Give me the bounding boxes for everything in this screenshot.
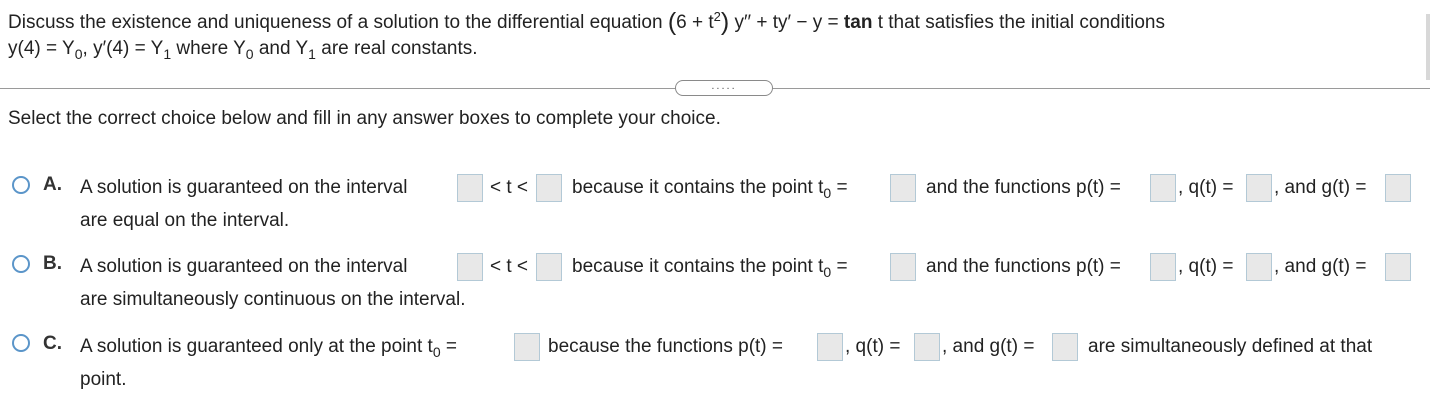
choice-b-p-box[interactable]: [1150, 253, 1176, 281]
instruction: Select the correct choice below and fill…: [8, 108, 721, 129]
choice-c-t0-box[interactable]: [514, 333, 540, 361]
subscript: 0: [823, 185, 832, 201]
choice-b-because: because it contains the point t0 =: [572, 256, 848, 280]
choice-b-radio[interactable]: [12, 255, 30, 273]
choice-c-letter: C.: [43, 333, 62, 354]
choice-c-p-box[interactable]: [817, 333, 843, 361]
choice-b-interval-start-box[interactable]: [457, 253, 483, 281]
subscript: 0: [74, 46, 83, 62]
problem-line-2: y(4) = Y0, y′(4) = Y1 where Y0 and Y1 ar…: [8, 38, 478, 62]
equals: =: [836, 177, 848, 198]
paren-open: (: [667, 8, 677, 36]
choice-b-t0-box[interactable]: [890, 253, 916, 281]
subscript: 1: [308, 46, 316, 62]
guaranteed-text: A solution is guaranteed only at the poi…: [80, 336, 433, 357]
choice-a-line2: are equal on the interval.: [80, 210, 290, 231]
eq-rest: y′′ + ty′ − y =: [734, 12, 839, 33]
choice-a-because: because it contains the point t0 =: [572, 177, 848, 201]
choice-c-q-box[interactable]: [914, 333, 940, 361]
because-text: because it contains the point t: [572, 256, 824, 277]
choice-a-radio[interactable]: [12, 176, 30, 194]
choice-a-text: A solution is guaranteed on the interval: [80, 177, 408, 198]
subscript: 1: [163, 46, 172, 62]
problem-text: Discuss the existence and uniqueness of …: [8, 12, 663, 33]
expand-dots: .....: [711, 80, 737, 92]
expand-button[interactable]: .....: [675, 80, 773, 96]
eq-superscript: 2: [713, 9, 721, 24]
choice-c-rest: are simultaneously defined at that: [1088, 336, 1373, 357]
choice-b-functions: and the functions p(t) =: [926, 256, 1121, 277]
choice-a-t0-box[interactable]: [890, 174, 916, 202]
eq-tail: t that satisfies the initial conditions: [877, 12, 1165, 33]
choice-b-lt: < t <: [490, 256, 529, 277]
choice-b-g: , and g(t) =: [1274, 256, 1367, 277]
subscript: 0: [823, 264, 832, 280]
choice-a-functions: and the functions p(t) =: [926, 177, 1121, 198]
choice-b-g-box[interactable]: [1385, 253, 1411, 281]
choice-a-q: , q(t) =: [1178, 177, 1234, 198]
subscript: 0: [432, 344, 441, 360]
choice-a-lt: < t <: [490, 177, 529, 198]
ic-2: , y′(4) = Y: [82, 38, 164, 59]
subscript: 0: [245, 46, 254, 62]
choice-a-letter: A.: [43, 174, 62, 195]
equals: =: [836, 256, 848, 277]
choice-c-q: , q(t) =: [845, 336, 901, 357]
choice-b-interval-end-box[interactable]: [536, 253, 562, 281]
equals: =: [445, 336, 457, 357]
choice-a-g-box[interactable]: [1385, 174, 1411, 202]
because-text: because it contains the point t: [572, 177, 824, 198]
and-text: and Y: [258, 38, 309, 59]
where-text: where Y: [176, 38, 246, 59]
constants-text: are real constants.: [321, 38, 478, 59]
choice-b-line2: are simultaneously continuous on the int…: [80, 289, 466, 310]
choice-b-letter: B.: [43, 253, 62, 274]
choice-b-q-box[interactable]: [1246, 253, 1272, 281]
choice-c-g-box[interactable]: [1052, 333, 1078, 361]
choice-a-p-box[interactable]: [1150, 174, 1176, 202]
scrollbar[interactable]: [1426, 14, 1430, 80]
choice-a-interval-start-box[interactable]: [457, 174, 483, 202]
choice-c-line2: point.: [80, 369, 127, 390]
choice-a-interval-end-box[interactable]: [536, 174, 562, 202]
choice-a-q-box[interactable]: [1246, 174, 1272, 202]
choice-a-g: , and g(t) =: [1274, 177, 1367, 198]
choice-c-g: , and g(t) =: [942, 336, 1035, 357]
problem-line-1: Discuss the existence and uniqueness of …: [8, 9, 1165, 35]
ic-1: y(4) = Y: [8, 38, 75, 59]
paren-close: ): [720, 8, 730, 36]
choice-c-text: A solution is guaranteed only at the poi…: [80, 336, 457, 360]
choice-c-radio[interactable]: [12, 334, 30, 352]
choice-c-because: because the functions p(t) =: [548, 336, 784, 357]
choice-b-text: A solution is guaranteed on the interval: [80, 256, 408, 277]
choice-b-q: , q(t) =: [1178, 256, 1234, 277]
eq-tan: tan: [843, 12, 873, 33]
eq-six-plus-t: 6 + t: [676, 12, 714, 33]
